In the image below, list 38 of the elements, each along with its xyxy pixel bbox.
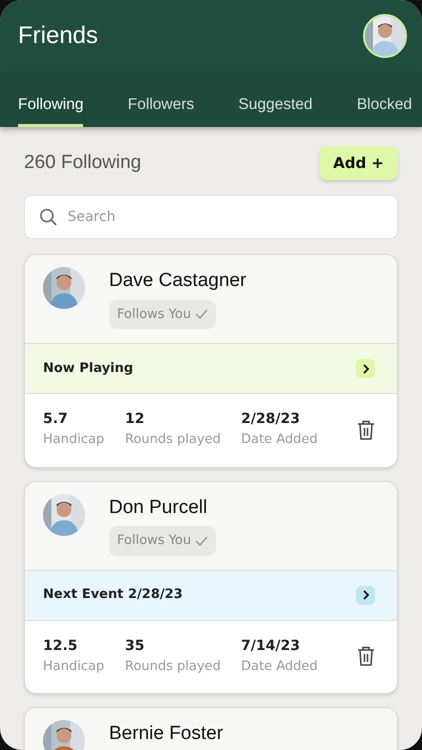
stat-label: Date Added <box>241 658 319 676</box>
check-icon <box>195 536 208 546</box>
stat-label: Handicap <box>43 658 106 676</box>
stat-value: 12 <box>125 410 146 429</box>
status-banner[interactable]: Next Event 2/28/23 <box>25 570 397 620</box>
search-field[interactable]: Search <box>65 206 383 228</box>
follows-you-badge: Follows You <box>109 300 216 329</box>
chevron-icon <box>362 590 370 600</box>
search-icon <box>39 207 58 227</box>
stat-value: 5.7 <box>43 410 69 429</box>
stat-value: 35 <box>125 636 146 656</box>
stat-label: Rounds played <box>125 431 222 449</box>
stat-label: Date Added <box>241 431 319 449</box>
profile-avatar[interactable] <box>363 14 407 58</box>
page-title: Friends <box>18 21 98 51</box>
chevron-icon <box>362 364 370 374</box>
search-bar[interactable]: Search <box>24 195 398 239</box>
following-count: 260 Following <box>24 150 142 175</box>
tab[interactable]: Suggested <box>238 92 313 127</box>
chevron-button[interactable] <box>356 586 375 604</box>
status-banner[interactable]: Now Playing <box>25 343 397 394</box>
stat-label: Handicap <box>43 431 106 449</box>
follows-you-badge: Follows You <box>109 526 216 556</box>
tab[interactable]: Blocked <box>356 92 412 127</box>
stat-value: 2/28/23 <box>241 410 301 429</box>
tab[interactable]: Followers <box>128 92 194 127</box>
friend-name: Don Purcell <box>109 496 208 520</box>
stat-value: 12.5 <box>43 636 79 656</box>
chevron-button[interactable] <box>356 359 375 378</box>
friend-name: Bernie Foster <box>109 722 224 746</box>
stat-label: Rounds played <box>125 658 222 676</box>
check-icon <box>195 309 208 320</box>
friend-name: Dave Castagner <box>109 269 246 293</box>
stat-value: 7/14/23 <box>241 636 301 656</box>
banner-text: Next Event 2/28/23 <box>43 586 183 604</box>
tab[interactable]: Following <box>18 92 84 127</box>
banner-text: Now Playing <box>43 360 134 378</box>
add-button[interactable]: Add + <box>319 146 398 180</box>
